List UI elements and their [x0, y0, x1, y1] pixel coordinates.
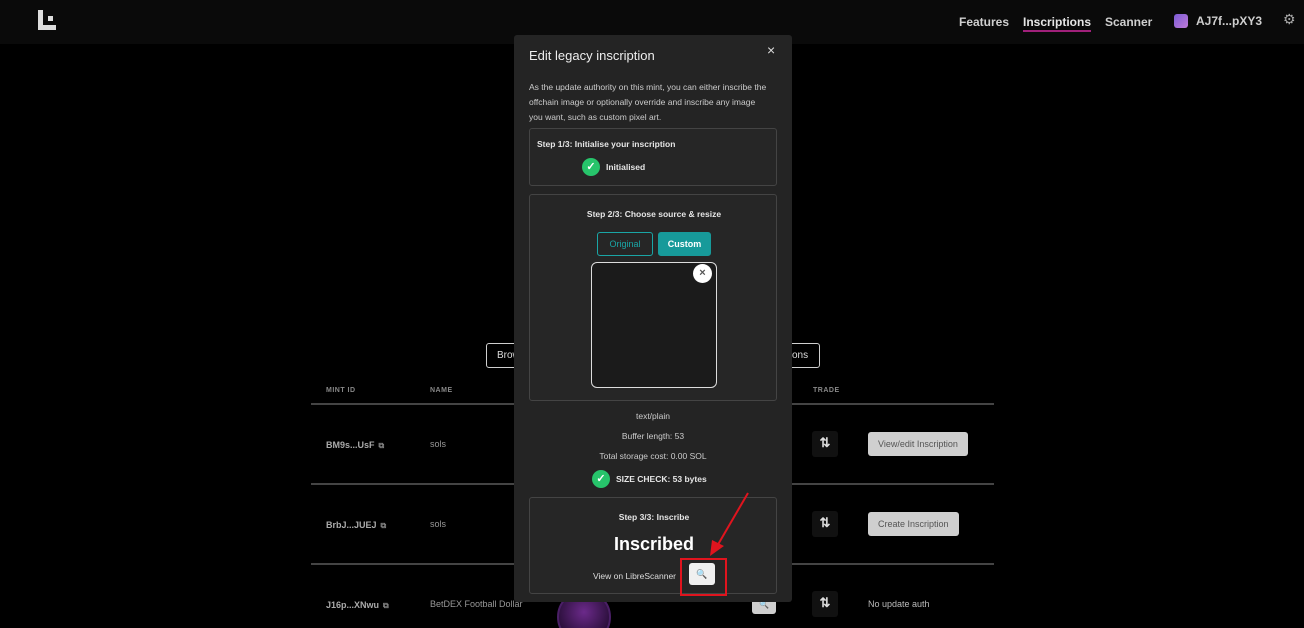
logo-icon[interactable]	[36, 8, 62, 34]
step-2-panel: Step 2/3: Choose source & resize Origina…	[529, 194, 777, 401]
step-1-panel: Step 1/3: Initialise your inscription ✓ I…	[529, 128, 777, 186]
create-inscription-button[interactable]: Create Inscription	[868, 512, 959, 536]
modal-title: Edit legacy inscription	[529, 48, 655, 63]
wallet-avatar	[1174, 14, 1188, 28]
step-1-status-label: Initialised	[606, 162, 646, 172]
step-1-title: Step 1/3: Initialise your inscription	[537, 139, 676, 149]
wallet-address: AJ7f...pXY3	[1196, 14, 1263, 28]
view-edit-inscription-button[interactable]: View/edit Inscription	[868, 432, 968, 456]
col-name: NAME	[430, 387, 453, 394]
check-icon: ✓	[582, 158, 600, 176]
no-update-auth-status: No update auth	[868, 599, 930, 609]
buffer-length: Buffer length: 53	[621, 431, 685, 441]
step-2-title: Step 2/3: Choose source & resize	[586, 209, 722, 219]
close-icon[interactable]: ×	[693, 264, 712, 283]
arrow-annotation-icon	[710, 492, 749, 556]
copy-icon[interactable]: ⧉	[381, 521, 387, 530]
trade-icon[interactable]: ⇅	[812, 431, 838, 457]
row-mint-id: BM9s...UsF	[326, 440, 375, 450]
row-mint-id: BrbJ...JUEJ	[326, 520, 377, 530]
copy-icon[interactable]: ⧉	[383, 601, 389, 610]
row-mint-id: J16p...XNwu	[326, 600, 380, 610]
col-trade: TRADE	[813, 387, 840, 394]
tab-original[interactable]: Original	[597, 232, 653, 256]
storage-cost: Total storage cost: 0.00 SOL	[599, 451, 707, 461]
row-name: sols	[430, 439, 447, 449]
wallet-button[interactable]: AJ7f...pXY3	[1174, 14, 1262, 28]
gear-icon[interactable]: ⚙	[1283, 11, 1296, 28]
row-name: sols	[430, 519, 447, 529]
trade-icon[interactable]: ⇅	[812, 591, 838, 617]
check-icon: ✓	[592, 470, 610, 488]
col-mint-id: MINT ID	[326, 387, 356, 394]
step-1-status: ✓ Initialised	[582, 158, 645, 176]
highlight-box	[680, 558, 727, 596]
nav-scanner[interactable]: Scanner	[1105, 15, 1152, 29]
row-name: BetDEX Football Dollar	[430, 599, 523, 609]
modal-description: As the update authority on this mint, yo…	[529, 82, 767, 122]
mime-type: text/plain	[635, 411, 671, 421]
tab-custom[interactable]: Custom	[658, 232, 711, 256]
trade-icon[interactable]: ⇅	[812, 511, 838, 537]
copy-icon[interactable]: ⧉	[379, 441, 385, 450]
size-check: ✓ SIZE CHECK: 53 bytes	[592, 470, 707, 488]
size-check-label: SIZE CHECK: 53 bytes	[616, 474, 707, 484]
nav-inscriptions[interactable]: Inscriptions	[1023, 15, 1092, 32]
close-icon[interactable]: ×	[767, 42, 775, 58]
view-on-librescanner-label: View on LibreScanner	[593, 571, 677, 581]
nav-features[interactable]: Features	[959, 15, 1009, 29]
